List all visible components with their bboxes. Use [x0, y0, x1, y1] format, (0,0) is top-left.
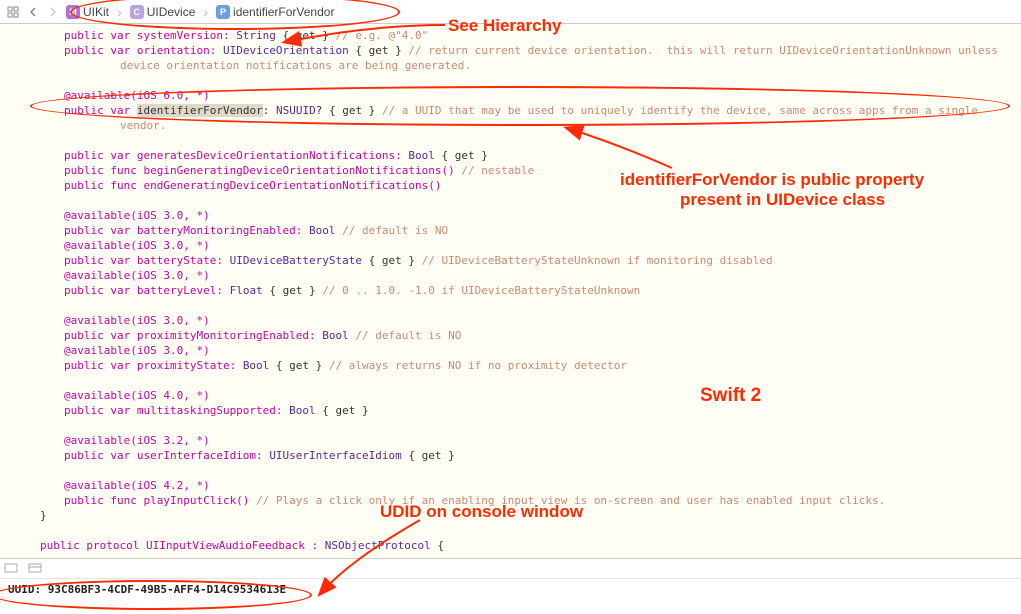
related-items-icon[interactable]: [6, 4, 20, 20]
code-line: public var batteryLevel: Float { get } /…: [24, 283, 1021, 298]
code-line: @available(iOS 4.0, *): [24, 388, 1021, 403]
console-output[interactable]: UUID: 93C86BF3-4CDF-49B5-AFF4-D14C953461…: [0, 579, 1021, 600]
code-line: @available(iOS 3.0, *): [24, 313, 1021, 328]
code-line: @available(iOS 4.2, *): [24, 478, 1021, 493]
breadcrumb-label: identifierForVendor: [233, 5, 334, 19]
property-icon: P: [216, 5, 230, 19]
code-line: vendor.: [24, 118, 1021, 133]
code-line-identifier: public var identifierForVendor: NSUUID? …: [24, 103, 1021, 118]
code-line: public var systemVersion: String { get }…: [24, 28, 1021, 43]
source-editor[interactable]: public var systemVersion: String { get }…: [0, 24, 1021, 558]
nav-back-icon[interactable]: [26, 4, 40, 20]
debug-console: UUID: 93C86BF3-4CDF-49B5-AFF4-D14C953461…: [0, 558, 1021, 614]
code-line: @available(iOS 3.0, *): [24, 268, 1021, 283]
variables-view-icon[interactable]: [4, 562, 20, 576]
code-line: public func endGeneratingDeviceOrientati…: [24, 178, 1021, 193]
console-view-icon[interactable]: [28, 562, 44, 576]
breadcrumb-label: UIDevice: [147, 5, 196, 19]
code-line: @available(iOS 3.0, *): [24, 208, 1021, 223]
code-line: @available(iOS 3.0, *): [24, 343, 1021, 358]
chevron-right-icon: ›: [117, 4, 122, 20]
code-line: public var proximityMonitoringEnabled: B…: [24, 328, 1021, 343]
jump-bar: M UIKit › C UIDevice › P identifierForVe…: [0, 0, 1021, 24]
breadcrumb-label: UIKit: [83, 5, 109, 19]
breadcrumb-uikit[interactable]: M UIKit: [66, 5, 109, 19]
code-line: @available(iOS 3.0, *): [24, 238, 1021, 253]
class-icon: C: [130, 5, 144, 19]
code-line: @available(iOS 3.2, *): [24, 433, 1021, 448]
breadcrumb-property[interactable]: P identifierForVendor: [216, 5, 334, 19]
code-line: public var userInterfaceIdiom: UIUserInt…: [24, 448, 1021, 463]
code-line: public protocol UIInputViewAudioFeedback…: [24, 538, 1021, 553]
nav-forward-icon[interactable]: [46, 4, 60, 20]
code-line: }: [24, 508, 1021, 523]
code-line: public func playInputClick() // Plays a …: [24, 493, 1021, 508]
console-tabbar: [0, 559, 1021, 579]
code-line: public func beginGeneratingDeviceOrienta…: [24, 163, 1021, 178]
breadcrumb-uidevice[interactable]: C UIDevice: [130, 5, 196, 19]
code-line: public var batteryState: UIDeviceBattery…: [24, 253, 1021, 268]
module-icon: M: [66, 5, 80, 19]
chevron-right-icon: ›: [203, 4, 208, 20]
code-line: public var batteryMonitoringEnabled: Boo…: [24, 223, 1021, 238]
code-line: device orientation notifications are bei…: [24, 58, 1021, 73]
code-line: public var multitaskingSupported: Bool {…: [24, 403, 1021, 418]
code-line: public var proximityState: Bool { get } …: [24, 358, 1021, 373]
code-line: public var generatesDeviceOrientationNot…: [24, 148, 1021, 163]
code-line: public var orientation: UIDeviceOrientat…: [24, 43, 1021, 58]
code-line: @available(iOS 6.0, *): [24, 88, 1021, 103]
